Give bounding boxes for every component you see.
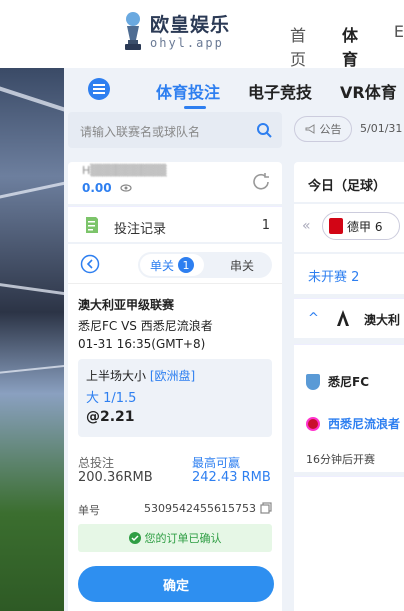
chevron-left-icon[interactable]: « — [302, 218, 311, 234]
tab-vr-sports[interactable]: VR体育 — [340, 79, 397, 103]
not-started-label: 未开赛 2 — [308, 270, 360, 285]
away-team-row: 西悉尼流浪者 — [306, 415, 400, 432]
tab-single-bet[interactable]: 单关 1 — [140, 254, 204, 276]
tab-parlay[interactable]: 串关 — [230, 257, 254, 274]
trophy-icon — [122, 10, 144, 54]
announcement-label: 公告 — [319, 123, 342, 136]
confirm-button[interactable]: 确定 — [78, 566, 274, 602]
check-circle-icon — [128, 532, 141, 544]
match-card-lower — [294, 476, 404, 611]
tab-today-football[interactable]: 今日（足球） — [294, 162, 404, 202]
logo-title: 欧皇娱乐 — [150, 14, 231, 36]
single-bet-label: 单关 — [149, 258, 174, 273]
league-chip-bundesliga[interactable]: 德甲 6 — [322, 212, 400, 240]
order-confirmed-banner: 您的订单已确认 — [78, 524, 272, 552]
match-list-column: 公告 5/01/31 今日（足球） « 德甲 6 未开赛 2 ^ 澳大利 悉尼F… — [292, 112, 404, 611]
menu-icon — [93, 84, 105, 94]
bet-slip-column: 请输入联赛名或球队名 H▒▒▒▒▒▒▒▒▒ 0.00 投注记录 1 单关 1 串… — [68, 112, 286, 611]
eye-icon[interactable] — [120, 182, 132, 194]
market-label: 上半场大小 — [86, 369, 147, 383]
nav-sports[interactable]: 体育 — [342, 22, 372, 70]
match-teams: 悉尼FC VS 西悉尼流浪者 — [78, 319, 213, 333]
sports-panel: 体育投注 电子竞技 VR体育 请输入联赛名或球队名 H▒▒▒▒▒▒▒▒▒ 0.0… — [64, 68, 404, 611]
home-team-name: 悉尼FC — [328, 375, 370, 389]
top-nav: 首页 体育 E — [290, 22, 404, 70]
bet-records-row[interactable]: 投注记录 1 — [68, 206, 282, 242]
sports-subnav: 体育投注 电子竞技 VR体育 — [64, 68, 404, 110]
max-win-value: 242.43 RMB — [192, 470, 271, 485]
max-win-label: 最高可赢 — [192, 456, 241, 470]
receipt-icon — [86, 217, 98, 233]
announcement-button[interactable]: 公告 — [294, 116, 352, 142]
match-time: 01-31 16:35(GMT+8) — [78, 337, 206, 351]
nav-more[interactable]: E — [394, 22, 404, 70]
away-team-name: 西悉尼流浪者 — [328, 417, 401, 431]
search-input[interactable]: 请输入联赛名或球队名 — [68, 112, 282, 148]
wsw-crest-icon — [306, 416, 320, 431]
handicap-type: [欧洲盘] — [149, 369, 196, 383]
back-arrow-icon[interactable] — [80, 254, 100, 274]
confirmed-text: 您的订单已确认 — [144, 532, 222, 545]
stake-value: 200.36RMB — [78, 470, 153, 485]
kickoff-countdown: 16分钟后开赛 — [306, 453, 375, 466]
menu-button[interactable] — [88, 78, 110, 100]
sydney-fc-crest-icon — [306, 373, 320, 390]
selection-box: 上半场大小 [欧洲盘] 大 1/1.5 @2.21 — [78, 359, 272, 437]
top-header: 欧皇娱乐 ohyl.app 首页 体育 E — [0, 0, 404, 70]
bet-records-label: 投注记录 — [114, 222, 167, 237]
home-team-row: 悉尼FC — [306, 373, 369, 390]
stake-label: 总投注 — [78, 456, 115, 470]
league-name: 澳大利亚甲级联赛 — [78, 298, 175, 312]
copy-icon[interactable] — [260, 502, 272, 514]
site-logo[interactable]: 欧皇娱乐 ohyl.app — [122, 10, 230, 54]
not-started-section[interactable]: 未开赛 2 — [294, 254, 404, 294]
slip-header: 单关 1 串关 — [68, 244, 282, 284]
caret-up-icon[interactable]: ^ — [308, 311, 319, 326]
bundesliga-icon — [329, 218, 343, 234]
order-number: 5309542455615753 — [144, 502, 256, 515]
slip-type-toggle: 单关 1 串关 — [138, 252, 272, 278]
logo-domain: ohyl.app — [150, 36, 224, 50]
balance-value: 0.00 — [82, 181, 112, 195]
bet-slip: 单关 1 串关 澳大利亚甲级联赛 悉尼FC VS 西悉尼流浪者 01-31 16… — [68, 244, 282, 611]
league-filter-bar: « 德甲 6 — [294, 204, 404, 252]
balance-card: H▒▒▒▒▒▒▒▒▒ 0.00 — [68, 162, 282, 204]
announcement-date: 5/01/31 — [360, 122, 403, 135]
selection-label: 大 1/1.5 — [86, 391, 137, 406]
search-icon[interactable] — [256, 122, 272, 138]
nav-home[interactable]: 首页 — [290, 22, 320, 70]
market-name: 上半场大小 [欧洲盘] — [86, 367, 195, 384]
league-chip-label: 德甲 6 — [347, 219, 383, 234]
a-league-icon — [337, 310, 349, 326]
single-bet-count: 1 — [178, 257, 194, 273]
tab-sports-betting[interactable]: 体育投注 — [156, 79, 220, 109]
league-header-name: 澳大利 — [364, 313, 401, 327]
account-name: H▒▒▒▒▒▒▒▒▒ — [82, 164, 167, 177]
stadium-background — [0, 68, 70, 611]
match-card[interactable]: 悉尼FC 西悉尼流浪者 16分钟后开赛 — [294, 344, 404, 472]
tab-esports[interactable]: 电子竞技 — [248, 79, 312, 103]
bet-records-count: 1 — [261, 218, 270, 233]
odds-value: @2.21 — [86, 409, 135, 425]
search-placeholder: 请输入联赛名或球队名 — [80, 125, 201, 139]
league-header[interactable]: ^ 澳大利 — [294, 298, 404, 338]
megaphone-icon — [305, 124, 314, 134]
order-label: 单号 — [78, 504, 100, 517]
refresh-icon[interactable] — [250, 171, 272, 193]
